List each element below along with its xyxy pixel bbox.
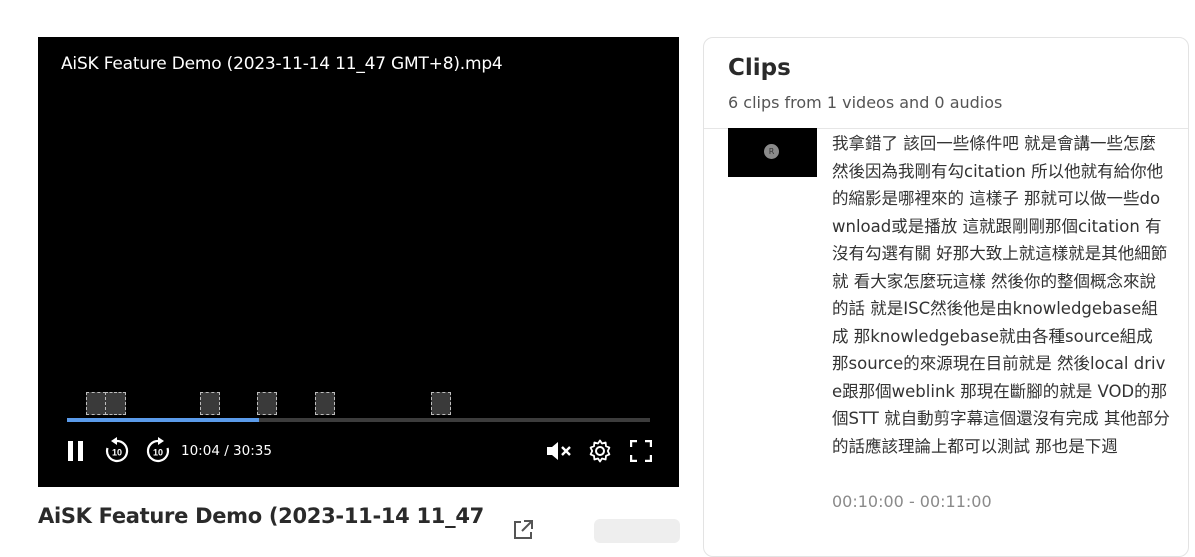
clip-marker[interactable] [431, 392, 451, 415]
rewind-10-button[interactable]: 10 [103, 437, 131, 465]
clip-marker[interactable] [105, 392, 126, 415]
forward-10-icon: 10 [146, 437, 170, 463]
volume-muted-icon [547, 442, 571, 460]
external-link-icon[interactable] [512, 519, 534, 541]
video-file-title: AiSK Feature Demo (2023-11-14 11_47 GMT+… [61, 54, 503, 74]
rewind-label: 10 [112, 448, 122, 458]
clip-thumbnail[interactable]: R [728, 128, 817, 177]
clips-subtitle: 6 clips from 1 videos and 0 audios [728, 93, 1003, 112]
rewind-10-icon: 10 [105, 437, 129, 463]
clip-time-range: 00:10:00 - 00:11:00 [832, 492, 992, 511]
progress-bar[interactable] [67, 418, 650, 422]
forward-10-button[interactable]: 10 [144, 437, 172, 465]
forward-label: 10 [153, 448, 163, 458]
gear-icon [589, 439, 611, 463]
pause-button[interactable] [64, 437, 88, 465]
video-player[interactable]: AiSK Feature Demo (2023-11-14 11_47 GMT+… [38, 37, 679, 487]
clip-transcript: 我拿錯了 該回一些條件吧 就是會講一些怎麼 然後因為我剛有勾citation 所… [832, 134, 1170, 456]
clip-marker[interactable] [86, 392, 106, 415]
progress-fill [67, 418, 260, 422]
clip-marker[interactable] [315, 392, 335, 415]
settings-button[interactable] [586, 437, 614, 465]
pause-icon [68, 441, 83, 461]
clips-panel: Clips 6 clips from 1 videos and 0 audios… [703, 37, 1189, 557]
clip-marker[interactable] [200, 392, 220, 415]
clips-title: Clips [728, 55, 791, 81]
fullscreen-button[interactable] [628, 437, 654, 465]
mute-button[interactable] [544, 437, 574, 465]
time-display: 10:04 / 30:35 [181, 443, 272, 459]
fullscreen-icon [630, 440, 652, 462]
action-chip[interactable] [594, 519, 680, 543]
video-heading: AiSK Feature Demo (2023-11-14 11_47 [38, 504, 484, 528]
avatar: R [764, 144, 779, 159]
clip-marker[interactable] [257, 392, 277, 415]
